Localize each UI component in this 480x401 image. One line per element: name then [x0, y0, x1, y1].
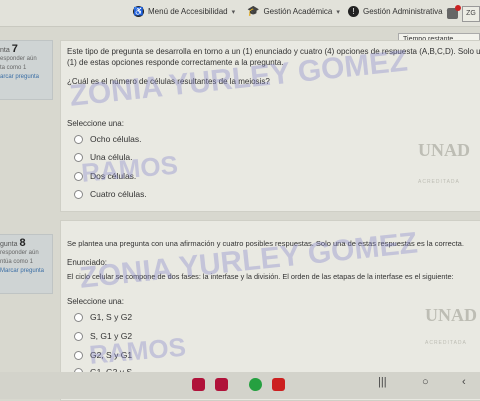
- radio-button[interactable]: [74, 189, 83, 199]
- question-number-value: 8: [19, 237, 26, 249]
- administrative-management-menu[interactable]: ! Gestión Administrativa ▾: [348, 6, 450, 17]
- option-label: Una célula.: [90, 152, 133, 162]
- administrative-management-label: Gestión Administrativa: [363, 7, 443, 16]
- chevron-down-icon: ▾: [231, 8, 236, 16]
- recent-apps-icon[interactable]: |||: [378, 376, 387, 388]
- back-icon[interactable]: ‹: [462, 376, 466, 388]
- user-avatar[interactable]: ZG: [462, 6, 480, 22]
- youtube-icon[interactable]: [272, 378, 285, 391]
- question-7-intro-line-1: Este tipo de pregunta se desarrolla en t…: [67, 47, 480, 56]
- radio-button[interactable]: [74, 331, 83, 341]
- flag-question-link[interactable]: arcar pregunta: [0, 73, 52, 82]
- question-number-value: 7: [11, 43, 18, 55]
- question-8-statement: El ciclo celular se compone de dos fases…: [67, 272, 454, 281]
- radio-button[interactable]: [74, 171, 83, 181]
- question-7-prompt: ¿Cuál es el número de células resultante…: [67, 77, 270, 86]
- whatsapp-icon[interactable]: [249, 378, 262, 391]
- q7-option-2[interactable]: Una célula.: [74, 152, 133, 162]
- notification-badge: [455, 5, 461, 11]
- unad-logo: UNAD ACREDITADA: [418, 140, 470, 192]
- unad-logo-text: UNAD: [425, 305, 477, 325]
- question-state: responder aún: [0, 250, 39, 256]
- question-8-intro: Se plantea una pregunta con una afirmaci…: [67, 239, 464, 248]
- question-number: gunta 8: [0, 235, 52, 249]
- option-label: Ocho células.: [90, 134, 142, 144]
- radio-button[interactable]: [74, 134, 83, 144]
- unad-logo-text: UNAD: [418, 140, 470, 160]
- option-label: Dos células.: [90, 171, 137, 181]
- radio-button[interactable]: [74, 152, 83, 162]
- q7-option-1[interactable]: Ocho células.: [74, 134, 142, 144]
- q7-option-4[interactable]: Cuatro células.: [74, 189, 147, 199]
- home-icon[interactable]: ○: [422, 376, 429, 388]
- question-8-enunciado-label: Enunciado:: [67, 258, 108, 267]
- question-8-select-label: Seleccione una:: [67, 297, 124, 306]
- question-7-intro-line-2: (1) de estas opciones responde correctam…: [67, 58, 284, 67]
- unad-logo-2: UNAD ACREDITADA: [425, 305, 477, 357]
- option-label: G1, S y G2: [90, 312, 133, 322]
- option-label: S, G1 y G2: [90, 331, 133, 341]
- graduation-cap-icon: 🎓: [247, 6, 260, 17]
- accessibility-icon: ♿: [133, 6, 144, 17]
- question-points: ntúa como 1: [0, 259, 34, 265]
- radio-button[interactable]: [74, 350, 83, 360]
- app-shortcut-icon[interactable]: [215, 378, 228, 391]
- flag-question-link[interactable]: Marcar pregunta: [0, 267, 52, 276]
- info-icon: !: [348, 6, 359, 17]
- option-label: Cuatro células.: [90, 189, 147, 199]
- question-8-info: gunta 8 responder aún ntúa como 1 Marcar…: [0, 234, 53, 294]
- academic-management-label: Gestión Académica: [263, 7, 333, 16]
- q8-option-2[interactable]: S, G1 y G2: [74, 331, 132, 341]
- top-navigation-bar: ♿ Menú de Accesibilidad ▾ 🎓 Gestión Acad…: [0, 0, 480, 27]
- question-number: nta 7: [0, 41, 52, 55]
- question-state: esponder aún: [0, 56, 37, 62]
- question-points: ta como 1: [0, 65, 27, 71]
- question-7-select-label: Seleccione una:: [67, 119, 124, 128]
- q7-option-3[interactable]: Dos células.: [74, 171, 136, 181]
- question-label: gunta: [0, 241, 18, 248]
- academic-management-menu[interactable]: 🎓 Gestión Académica ▾: [247, 6, 340, 17]
- unad-logo-tagline: ACREDITADA: [418, 179, 460, 185]
- system-navigation-bar: [0, 372, 480, 399]
- app-shortcut-icon[interactable]: [192, 378, 205, 391]
- accessibility-menu-label: Menú de Accesibilidad: [148, 7, 228, 16]
- chevron-down-icon: ▾: [336, 8, 340, 16]
- accessibility-menu[interactable]: ♿ Menú de Accesibilidad ▾: [133, 6, 235, 17]
- question-7-info: nta 7 esponder aún ta como 1 arcar pregu…: [0, 40, 53, 100]
- q8-option-3[interactable]: G2, S y G1: [74, 350, 132, 360]
- radio-button[interactable]: [74, 312, 83, 322]
- question-label: nta: [0, 47, 10, 54]
- unad-logo-tagline: ACREDITADA: [425, 340, 467, 346]
- option-label: G2, S y G1: [90, 350, 133, 360]
- q8-option-1[interactable]: G1, S y G2: [74, 312, 132, 322]
